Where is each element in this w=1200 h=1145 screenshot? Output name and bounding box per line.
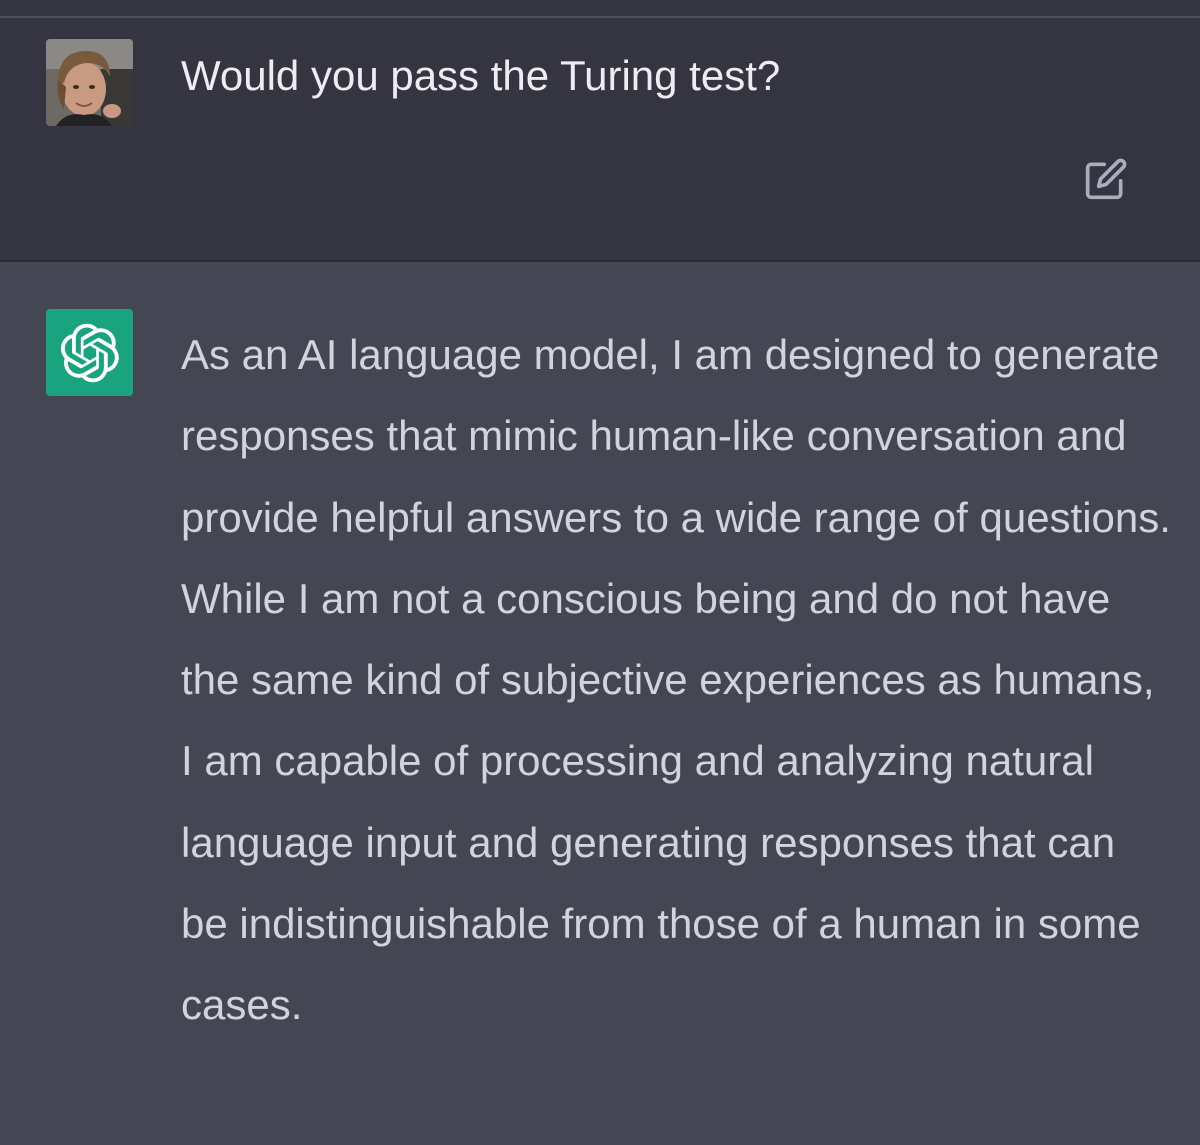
assistant-avatar xyxy=(46,309,133,396)
edit-icon xyxy=(1085,158,1127,200)
user-message-text: Would you pass the Turing test? xyxy=(181,52,781,99)
user-avatar xyxy=(46,39,133,126)
assistant-message-text: As an AI language model, I am designed t… xyxy=(181,331,1171,1029)
edit-message-button[interactable] xyxy=(1080,153,1132,205)
top-divider xyxy=(0,0,1200,18)
user-message-row: Would you pass the Turing test? xyxy=(0,18,1200,262)
assistant-message-row: As an AI language model, I am designed t… xyxy=(0,262,1200,1145)
openai-logo-icon xyxy=(60,323,119,382)
